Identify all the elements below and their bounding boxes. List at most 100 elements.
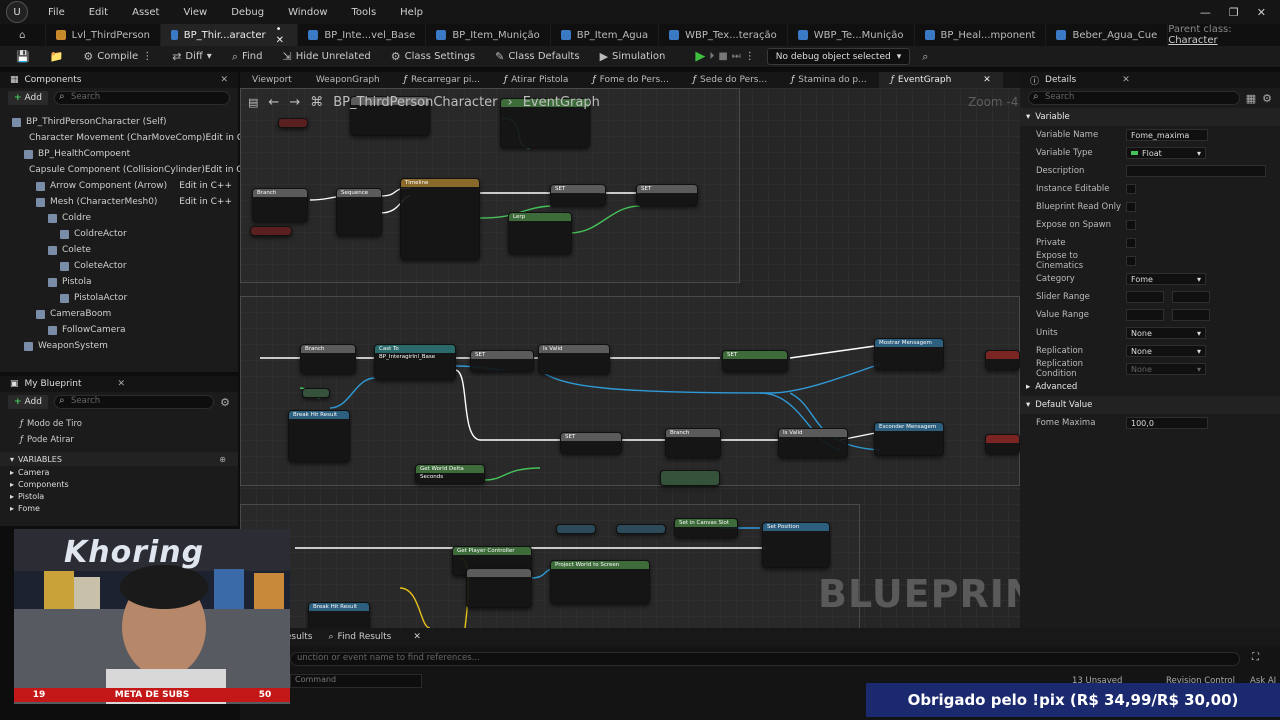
debug-object-dropdown[interactable]: No debug object selected ▾ — [766, 48, 911, 65]
binoculars-icon[interactable]: ⛶ — [1252, 652, 1259, 663]
branch-node[interactable]: Branch — [665, 428, 721, 458]
component-tree-item[interactable]: Mesh (CharacterMesh0) Edit in C++ — [0, 194, 238, 210]
graph-list-icon[interactable]: ▤ — [248, 96, 258, 109]
details-checkbox[interactable] — [1126, 184, 1136, 194]
add-member-button[interactable]: + Add — [8, 395, 48, 409]
save-icon[interactable]: 💾 — [8, 47, 38, 67]
component-tree-item[interactable]: CameraBoom — [0, 306, 238, 322]
add-component-button[interactable]: + Add — [8, 91, 48, 105]
stop-icon[interactable]: ■ — [718, 51, 727, 62]
cast-node[interactable]: Cast To BP_InteragirInl_Base — [374, 344, 456, 380]
graph-tab[interactable]: WeaponGraph — [304, 72, 392, 88]
debug-search-icon[interactable]: ⌕ — [914, 47, 936, 67]
graph-tab[interactable]: ƒ Fome do Pers... — [580, 72, 680, 88]
my-blueprint-search-input[interactable]: Search — [53, 395, 215, 409]
component-tree-item[interactable]: Capsule Component (CollisionCylinder) Edi… — [0, 162, 258, 178]
function-item[interactable]: ƒ Pode Atirar — [20, 432, 238, 448]
hide-unrelated-button[interactable]: ⇲ Hide Unrelated — [274, 47, 378, 67]
tab-document[interactable]: BP_Inte...vel_Base — [298, 24, 427, 46]
menu-debug[interactable]: Debug — [219, 7, 276, 18]
event-graph-canvas[interactable]: Branch Sequence Timeline SET SET Lerp Br… — [240, 88, 1020, 628]
find-button[interactable]: ⌕ Find — [224, 47, 271, 67]
hide-message-node[interactable]: Esconder Mensagem — [874, 422, 944, 456]
play-icon[interactable]: ▶ — [695, 49, 705, 64]
close-icon[interactable]: ✕ — [220, 75, 228, 85]
close-icon[interactable]: ✕ — [118, 379, 126, 389]
parent-class-link[interactable]: Character — [1168, 35, 1217, 46]
set-node[interactable]: SET — [636, 184, 698, 206]
component-tree-item[interactable]: Colete — [0, 242, 238, 258]
view-options-icon[interactable]: ▦ — [1246, 92, 1256, 105]
compare-node[interactable] — [660, 470, 720, 486]
variable-node[interactable] — [278, 118, 308, 128]
details-dropdown[interactable]: None ▾ — [1126, 345, 1206, 357]
graph-tab[interactable]: ƒ Recarregar pi... — [392, 72, 492, 88]
class-settings-button[interactable]: ⚙ Class Settings — [383, 47, 483, 67]
variables-section[interactable]: ▾ VARIABLES ⊕ — [0, 452, 238, 466]
is-valid-node[interactable]: Is Valid — [538, 344, 610, 374]
graph-node[interactable] — [985, 350, 1020, 370]
component-tree-item[interactable]: FollowCamera — [0, 322, 238, 338]
graph-tab[interactable]: ƒ EventGraph ✕ — [878, 72, 1003, 88]
menu-file[interactable]: File — [36, 7, 77, 18]
lerp-node[interactable]: Lerp — [508, 212, 572, 254]
minimize-icon[interactable]: — — [1200, 6, 1211, 19]
tab-document[interactable]: WBP_Tex...teração — [659, 24, 788, 46]
edit-in-cpp-link[interactable]: Edit in C++ — [179, 197, 238, 207]
details-dropdown[interactable]: Float ▾ — [1126, 147, 1206, 159]
variable-category[interactable]: ▸ Fome — [10, 502, 238, 514]
graph-tab[interactable]: ƒ Sede do Pers... — [681, 72, 779, 88]
add-variable-icon[interactable]: ⊕ — [219, 455, 238, 464]
variable-category[interactable]: ▸ Components — [10, 478, 238, 490]
settings-gear-icon[interactable]: ⚙ — [220, 396, 230, 409]
tab-find-results[interactable]: ⌕ Find Results ✕ — [329, 632, 421, 642]
details-dropdown[interactable]: None ▾ — [1126, 363, 1206, 375]
default-value-section-header[interactable]: ▾ Default Value — [1020, 396, 1280, 414]
branch-node[interactable]: Branch — [300, 344, 356, 374]
range-field[interactable] — [1172, 291, 1210, 303]
play-options-icon[interactable]: ⋮ — [745, 51, 755, 62]
delta-seconds-node[interactable]: Get World Delta Seconds — [415, 464, 485, 484]
set-node[interactable]: SET — [722, 350, 788, 372]
variable-node[interactable] — [556, 524, 596, 534]
component-tree-item[interactable]: Coldre — [0, 210, 238, 226]
breadcrumb-blueprint[interactable]: BP_ThirdPersonCharacter — [333, 95, 497, 110]
literal-node[interactable] — [302, 388, 330, 398]
component-tree-item[interactable]: ColeteActor — [0, 258, 238, 274]
break-hit-result-node[interactable]: Break Hit Result — [288, 410, 350, 462]
close-icon[interactable]: ✕ — [1257, 6, 1266, 19]
graph-tab[interactable]: ƒ Stamina do p... — [779, 72, 879, 88]
is-valid-node[interactable]: Is Valid — [778, 428, 848, 458]
console-command-input[interactable]: Command — [290, 674, 422, 688]
menu-asset[interactable]: Asset — [120, 7, 171, 18]
tab-document[interactable]: BP_Thir...aracter • ✕ — [161, 24, 299, 46]
details-dropdown[interactable]: None ▾ — [1126, 327, 1206, 339]
graph-tab[interactable]: ƒ Atirar Pistola — [492, 72, 580, 88]
details-dropdown[interactable]: Fome ▾ — [1126, 273, 1206, 285]
close-icon[interactable]: • ✕ — [276, 24, 288, 46]
graph-node[interactable] — [985, 434, 1020, 454]
details-checkbox[interactable] — [1126, 202, 1136, 212]
class-defaults-button[interactable]: ✎ Class Defaults — [487, 47, 587, 67]
menu-help[interactable]: Help — [388, 7, 435, 18]
timeline-node[interactable]: Timeline — [400, 178, 480, 260]
step-icon[interactable]: ⏵ — [709, 51, 714, 62]
details-checkbox[interactable] — [1126, 220, 1136, 230]
details-checkbox[interactable] — [1126, 256, 1136, 266]
tab-document[interactable]: BP_Item_Munição — [426, 24, 551, 46]
component-tree-item[interactable]: Character Movement (CharMoveComp) Edit in… — [0, 130, 258, 146]
settings-gear-icon[interactable]: ⚙ — [1262, 92, 1272, 105]
diff-button[interactable]: ⇄ Diff ▾ — [164, 47, 220, 67]
graph-tab[interactable]: Viewport — [240, 72, 304, 88]
details-checkbox[interactable] — [1126, 238, 1136, 248]
simulation-button[interactable]: ▶ Simulation — [592, 47, 674, 67]
graph-node[interactable] — [466, 568, 532, 608]
default-value-field[interactable]: 100,0 — [1126, 417, 1208, 429]
variable-category[interactable]: ▸ Camera — [10, 466, 238, 478]
forward-arrow-icon[interactable]: → — [289, 95, 300, 110]
compile-button[interactable]: ⚙ Compile ⋮ — [75, 47, 160, 67]
set-node[interactable]: SET — [560, 432, 622, 454]
component-tree-item[interactable]: WeaponSystem — [0, 338, 238, 354]
menu-view[interactable]: View — [171, 7, 219, 18]
maximize-icon[interactable]: ❐ — [1229, 6, 1239, 19]
